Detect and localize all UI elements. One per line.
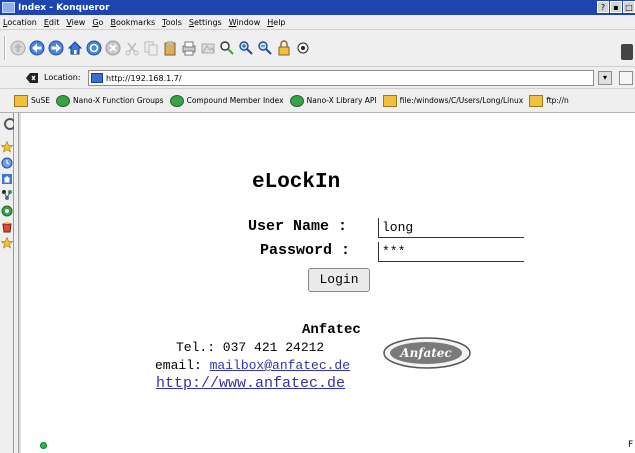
konqueror-icon [289, 94, 304, 107]
email-link[interactable]: mailbox@anfatec.de [210, 358, 350, 373]
location-input[interactable]: http://192.168.1.7/ [88, 70, 594, 86]
clear-location-icon[interactable] [24, 71, 40, 85]
location-label: Location: [44, 73, 81, 82]
sidebar-splitter[interactable] [18, 113, 22, 453]
go-button[interactable] [619, 71, 633, 85]
bookmark-item[interactable]: ftp://n [529, 94, 569, 107]
page-favicon [91, 73, 103, 83]
website-link[interactable]: http://www.anfatec.de [156, 375, 345, 392]
throbber-icon [621, 44, 633, 60]
telephone-text: Tel.: 037 421 24212 [176, 340, 325, 355]
menu-help[interactable]: Help [267, 18, 285, 27]
logo-text: Anfatec [399, 346, 452, 360]
folder-icon [529, 94, 544, 107]
history-clock-icon[interactable] [1, 157, 13, 169]
password-field[interactable]: *** [378, 242, 524, 262]
bookmarks-star-icon[interactable] [1, 141, 13, 153]
help-button[interactable]: ? [597, 1, 609, 13]
menu-location[interactable]: Location [3, 18, 37, 27]
security-icon[interactable] [200, 40, 216, 56]
email-label: email: [155, 358, 210, 373]
status-indicator-icon [40, 442, 47, 449]
bookmark-item[interactable]: SuSE [14, 94, 50, 107]
print-icon[interactable] [181, 40, 197, 56]
location-url[interactable]: http://192.168.1.7/ [106, 74, 182, 83]
forward-icon[interactable] [48, 40, 64, 56]
menu-go[interactable]: Go [92, 18, 103, 27]
find-icon[interactable] [219, 40, 235, 56]
konqueror-icon [56, 94, 71, 107]
media-icon[interactable] [295, 40, 311, 56]
back-icon[interactable] [29, 40, 45, 56]
network-icon[interactable] [1, 189, 13, 201]
main-toolbar [0, 30, 635, 67]
email-line: email: mailbox@anfatec.de [155, 358, 350, 373]
login-button[interactable]: Login [308, 268, 370, 292]
favorites-star-icon[interactable] [1, 237, 13, 249]
reload-icon[interactable] [86, 40, 102, 56]
menu-view[interactable]: View [66, 18, 85, 27]
location-history-dropdown[interactable]: ▾ [598, 71, 612, 85]
up-icon[interactable] [10, 40, 26, 56]
status-text: F [628, 440, 634, 450]
zoom-out-icon[interactable] [257, 40, 273, 56]
maximize-button[interactable]: □ [623, 1, 635, 13]
bookmark-toolbar: SuSE Nano-X Function Groups Compound Mem… [0, 89, 635, 113]
location-toolbar: Location: http://192.168.1.7/ ▾ [0, 67, 635, 89]
konqueror-app-icon[interactable] [2, 2, 15, 13]
trash-icon[interactable] [1, 221, 13, 233]
username-label: User Name : [248, 218, 348, 235]
bookmark-item[interactable]: Nano-X Library API [289, 94, 377, 107]
folder-icon [14, 94, 28, 107]
bookmark-item[interactable]: file:/windows/C/Users/Long/Linux [382, 94, 523, 107]
bookmark-item[interactable]: Compound Member Index [169, 94, 284, 107]
navigation-sidebar [0, 113, 21, 453]
menu-bar: Location Edit View Go Bookmarks Tools Se… [0, 15, 635, 30]
copy-icon[interactable] [143, 40, 159, 56]
menu-bookmarks[interactable]: Bookmarks [110, 18, 155, 27]
menu-settings[interactable]: Settings [189, 18, 222, 27]
window-controls: ? ▪ □ [597, 1, 635, 13]
bookmark-item[interactable]: Nano-X Function Groups [56, 94, 164, 107]
stop-icon[interactable] [105, 40, 121, 56]
menu-tools[interactable]: Tools [162, 18, 182, 27]
anfatec-logo: Anfatec [383, 337, 471, 369]
lock-icon[interactable] [276, 40, 292, 56]
password-label: Password : [260, 242, 351, 259]
menu-edit[interactable]: Edit [44, 18, 60, 27]
toolbar-handle[interactable] [4, 36, 6, 60]
paste-icon[interactable] [162, 40, 178, 56]
company-name: Anfatec [302, 322, 361, 338]
username-field[interactable]: long [378, 218, 524, 238]
services-icon[interactable] [1, 205, 13, 217]
zoom-in-icon[interactable] [238, 40, 254, 56]
folder-icon [382, 94, 397, 107]
home-icon[interactable] [67, 40, 83, 56]
home-folder-icon[interactable] [1, 173, 13, 185]
menu-window[interactable]: Window [229, 18, 261, 27]
page-title: eLockIn [252, 171, 341, 194]
minimize-button[interactable]: ▪ [610, 1, 622, 13]
konqueror-icon [169, 94, 184, 107]
window-titlebar: Index - Konqueror ? ▪ □ [0, 0, 635, 15]
window-title: Index - Konqueror [18, 2, 110, 13]
cut-icon[interactable] [124, 40, 140, 56]
